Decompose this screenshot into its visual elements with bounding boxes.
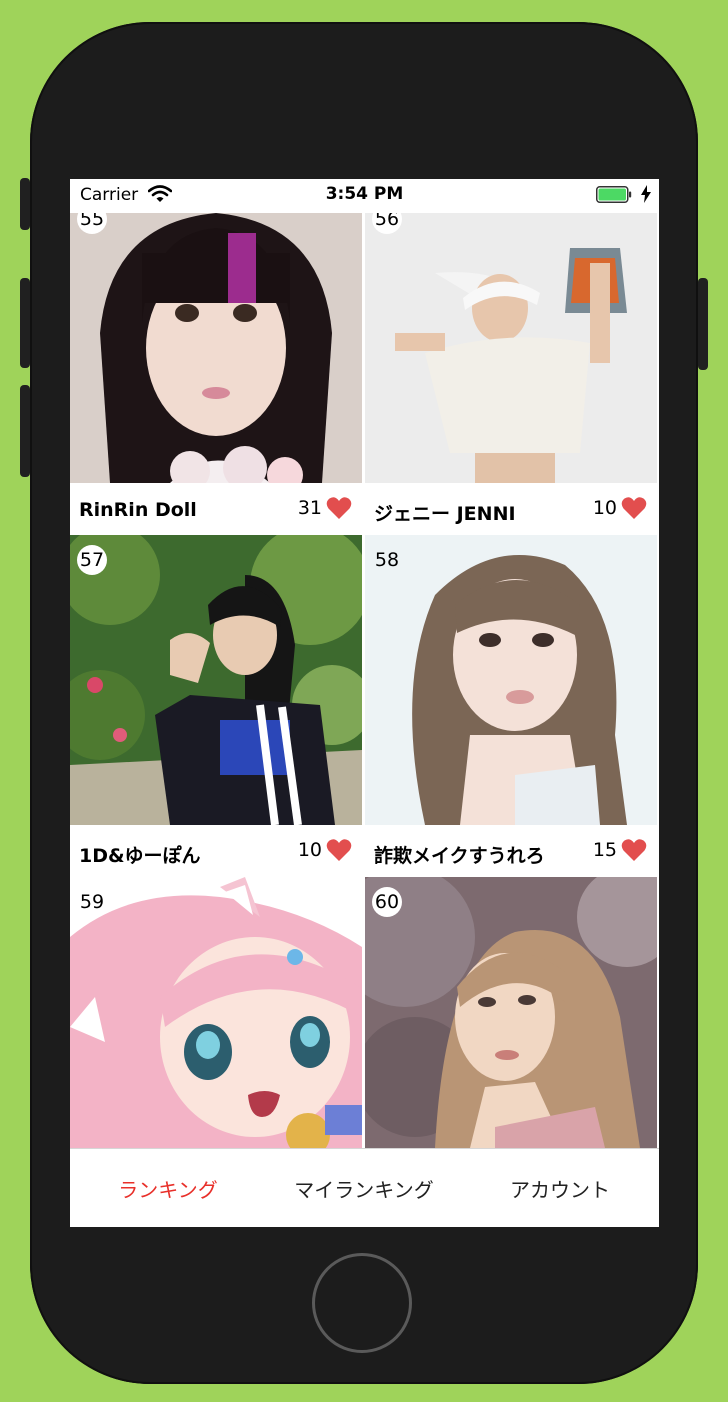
like-counter[interactable]: 31 xyxy=(298,496,352,520)
tab-ranking[interactable]: ランキング xyxy=(70,1149,266,1227)
idol-name: RinRin Doll xyxy=(79,499,197,521)
status-bar: Carrier 3:54 PM xyxy=(70,179,659,213)
portrait-photo-60 xyxy=(365,877,657,1148)
heart-icon[interactable] xyxy=(621,838,647,862)
portrait-photo-57 xyxy=(70,535,362,825)
ranking-card[interactable]: 56 ジェニー JENNI 10 xyxy=(365,213,657,535)
app-screen: Carrier 3:54 PM 55 RinRin Doll 31 56 ジェニ… xyxy=(70,179,659,1227)
portrait-photo-55 xyxy=(70,213,362,483)
like-counter[interactable]: 10 xyxy=(593,496,647,520)
heart-icon[interactable] xyxy=(326,838,352,862)
like-counter[interactable]: 15 xyxy=(593,838,647,862)
like-count: 15 xyxy=(592,839,617,861)
ranking-card[interactable]: 60 xyxy=(365,877,657,1148)
portrait-photo-58 xyxy=(365,535,657,825)
tab-bar: ランキング マイランキング アカウント xyxy=(70,1148,659,1227)
tab-my-ranking[interactable]: マイランキング xyxy=(266,1149,462,1227)
like-count: 10 xyxy=(592,497,617,519)
ranking-card[interactable]: 55 RinRin Doll 31 xyxy=(70,213,362,535)
home-button[interactable] xyxy=(312,1253,412,1353)
portrait-photo-56 xyxy=(365,213,657,483)
rank-number-badge: 60 xyxy=(372,887,402,917)
ranking-card[interactable]: 58 詐欺メイクすうれろ 15 xyxy=(365,535,657,877)
mute-switch xyxy=(20,178,30,230)
idol-name: 詐欺メイクすうれろ xyxy=(374,845,545,867)
clock: 3:54 PM xyxy=(325,184,404,204)
volume-down-button xyxy=(20,385,30,477)
idol-name: 1D&ゆーぽん xyxy=(79,845,201,867)
heart-icon[interactable] xyxy=(326,496,352,520)
like-count: 31 xyxy=(297,497,322,519)
like-count: 10 xyxy=(297,839,322,861)
volume-up-button xyxy=(20,278,30,368)
heart-icon[interactable] xyxy=(621,496,647,520)
ranking-grid[interactable]: 55 RinRin Doll 31 56 ジェニー JENNI 10 57 1D… xyxy=(70,213,659,1148)
idol-name: ジェニー JENNI xyxy=(374,503,516,525)
rank-number-badge: 59 xyxy=(79,891,105,913)
illustration-photo-59 xyxy=(70,877,362,1148)
battery-icon xyxy=(596,186,632,203)
rank-number-badge: 58 xyxy=(374,549,400,571)
power-button xyxy=(698,278,708,370)
tab-account[interactable]: アカウント xyxy=(462,1149,658,1227)
ranking-card[interactable]: 57 1D&ゆーぽん 10 xyxy=(70,535,362,877)
charging-bolt-icon xyxy=(641,185,651,203)
like-counter[interactable]: 10 xyxy=(298,838,352,862)
rank-number-badge: 57 xyxy=(77,545,107,575)
ranking-card[interactable]: 59 xyxy=(70,877,362,1148)
